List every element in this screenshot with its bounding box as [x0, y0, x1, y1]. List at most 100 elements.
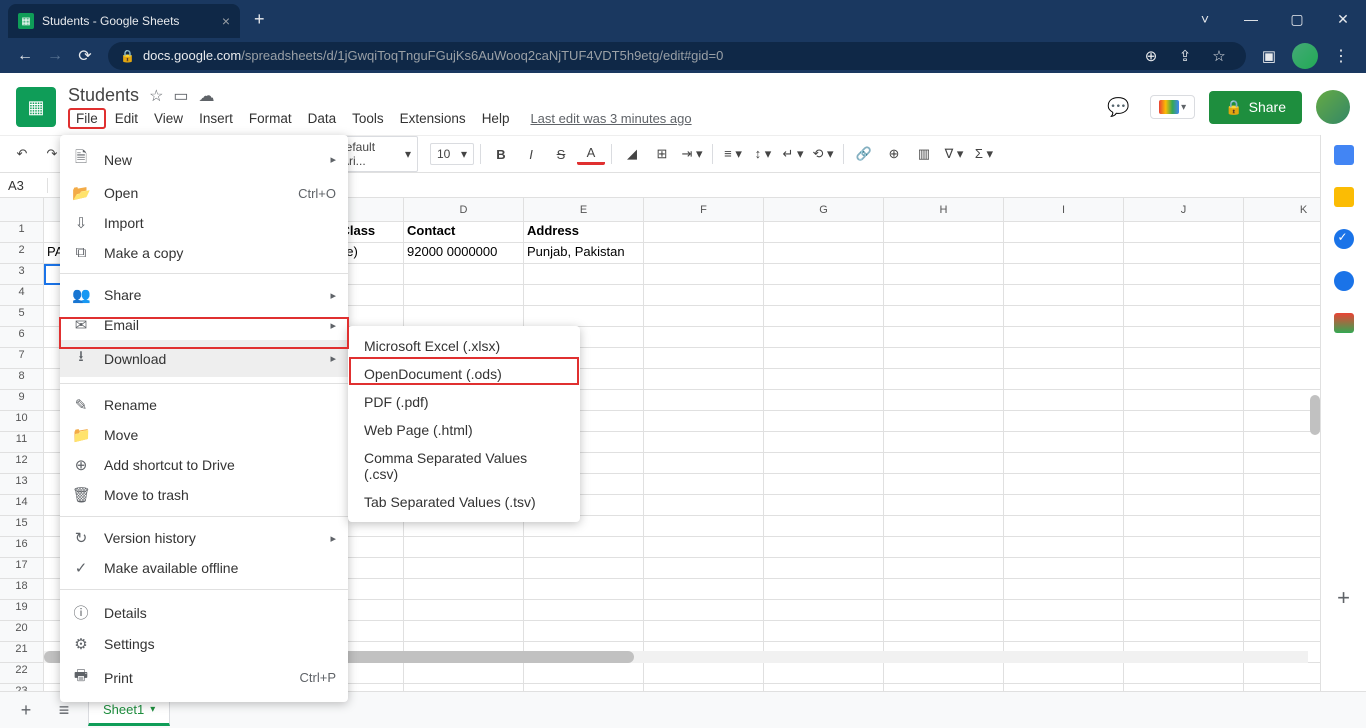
file-menu-open[interactable]: 📂OpenCtrl+O: [60, 178, 348, 208]
cell[interactable]: [764, 369, 884, 390]
cell[interactable]: [1004, 558, 1124, 579]
addons-plus-icon[interactable]: +: [1337, 585, 1350, 611]
cell[interactable]: [644, 558, 764, 579]
download-option[interactable]: Tab Separated Values (.tsv): [348, 488, 580, 516]
cell[interactable]: [764, 348, 884, 369]
cell[interactable]: [404, 306, 524, 327]
cell[interactable]: [1004, 264, 1124, 285]
cell[interactable]: [884, 411, 1004, 432]
row-header[interactable]: 18: [0, 579, 44, 600]
cell[interactable]: [1004, 285, 1124, 306]
cell[interactable]: [764, 516, 884, 537]
browser-menu-icon[interactable]: ⋮: [1326, 41, 1356, 71]
h-align-button[interactable]: ≡ ▾: [719, 140, 747, 168]
cell[interactable]: [764, 558, 884, 579]
maximize-button[interactable]: ▢: [1274, 4, 1320, 34]
cloud-status-icon[interactable]: ☁: [199, 86, 215, 106]
borders-button[interactable]: ⊞: [648, 140, 676, 168]
cell[interactable]: [764, 411, 884, 432]
cell[interactable]: [1124, 243, 1244, 264]
meet-button[interactable]: ▾: [1150, 95, 1195, 119]
cell[interactable]: [644, 600, 764, 621]
row-header[interactable]: 20: [0, 621, 44, 642]
cell[interactable]: [644, 222, 764, 243]
cell[interactable]: [764, 222, 884, 243]
minimize-button[interactable]: —: [1228, 4, 1274, 34]
cell[interactable]: [1004, 369, 1124, 390]
select-all-corner[interactable]: [0, 198, 44, 222]
row-header[interactable]: 11: [0, 432, 44, 453]
close-tab-icon[interactable]: ×: [222, 13, 230, 29]
bookmark-icon[interactable]: ☆: [1204, 47, 1234, 65]
cell[interactable]: [764, 621, 884, 642]
cell[interactable]: [524, 600, 644, 621]
cell[interactable]: [644, 495, 764, 516]
menu-insert[interactable]: Insert: [192, 108, 240, 129]
cell[interactable]: [1004, 621, 1124, 642]
row-header[interactable]: 17: [0, 558, 44, 579]
cell[interactable]: [1124, 558, 1244, 579]
file-menu-download[interactable]: ⭳Download▸: [60, 340, 348, 377]
cell[interactable]: [1004, 579, 1124, 600]
row-header[interactable]: 6: [0, 327, 44, 348]
cell[interactable]: [1124, 411, 1244, 432]
row-header[interactable]: 14: [0, 495, 44, 516]
cell[interactable]: [524, 621, 644, 642]
cell[interactable]: [644, 432, 764, 453]
cell[interactable]: [1004, 537, 1124, 558]
menu-help[interactable]: Help: [475, 108, 517, 129]
cell[interactable]: [1004, 516, 1124, 537]
cell[interactable]: [1124, 474, 1244, 495]
menu-format[interactable]: Format: [242, 108, 299, 129]
file-menu-make-a-copy[interactable]: ⧉Make a copy: [60, 238, 348, 267]
cell[interactable]: [764, 453, 884, 474]
tasks-icon[interactable]: [1334, 229, 1354, 249]
row-header[interactable]: 7: [0, 348, 44, 369]
cell[interactable]: [884, 495, 1004, 516]
cell[interactable]: [644, 411, 764, 432]
column-header[interactable]: G: [764, 198, 884, 222]
row-header[interactable]: 12: [0, 453, 44, 474]
move-icon[interactable]: ▭: [173, 86, 188, 106]
row-header[interactable]: 15: [0, 516, 44, 537]
cell[interactable]: [884, 369, 1004, 390]
cell[interactable]: [524, 285, 644, 306]
column-header[interactable]: E: [524, 198, 644, 222]
file-menu-settings[interactable]: ⚙Settings: [60, 629, 348, 659]
cell[interactable]: [1004, 243, 1124, 264]
keep-icon[interactable]: [1334, 187, 1354, 207]
cell[interactable]: [884, 579, 1004, 600]
cell[interactable]: [764, 432, 884, 453]
cell[interactable]: [1004, 663, 1124, 684]
cell[interactable]: [884, 453, 1004, 474]
cell[interactable]: [644, 264, 764, 285]
cell[interactable]: [404, 621, 524, 642]
v-align-button[interactable]: ↕ ▾: [749, 140, 777, 168]
cell[interactable]: [884, 558, 1004, 579]
cell[interactable]: [764, 663, 884, 684]
link-button[interactable]: 🔗: [850, 140, 878, 168]
menu-edit[interactable]: Edit: [108, 108, 145, 129]
sheets-logo-icon[interactable]: ▦: [16, 87, 56, 127]
row-header[interactable]: 4: [0, 285, 44, 306]
menu-tools[interactable]: Tools: [345, 108, 391, 129]
cell[interactable]: [884, 285, 1004, 306]
row-header[interactable]: 9: [0, 390, 44, 411]
cell[interactable]: [524, 264, 644, 285]
document-title[interactable]: Students: [68, 85, 139, 106]
cell[interactable]: [524, 579, 644, 600]
cell[interactable]: [404, 579, 524, 600]
row-header[interactable]: 19: [0, 600, 44, 621]
functions-button[interactable]: Σ ▾: [970, 140, 998, 168]
url-input[interactable]: 🔒 docs.google.com/spreadsheets/d/1jGwqiT…: [108, 42, 1246, 70]
cell[interactable]: [884, 243, 1004, 264]
cell[interactable]: [1004, 222, 1124, 243]
download-option[interactable]: Microsoft Excel (.xlsx): [348, 332, 580, 360]
row-header[interactable]: 3: [0, 264, 44, 285]
italic-button[interactable]: I: [517, 140, 545, 168]
chart-button[interactable]: ▥: [910, 140, 938, 168]
file-menu-add-shortcut-to-drive[interactable]: ⊕Add shortcut to Drive: [60, 450, 348, 480]
profile-avatar[interactable]: [1292, 43, 1318, 69]
cell[interactable]: [764, 243, 884, 264]
text-color-button[interactable]: A: [577, 143, 605, 165]
